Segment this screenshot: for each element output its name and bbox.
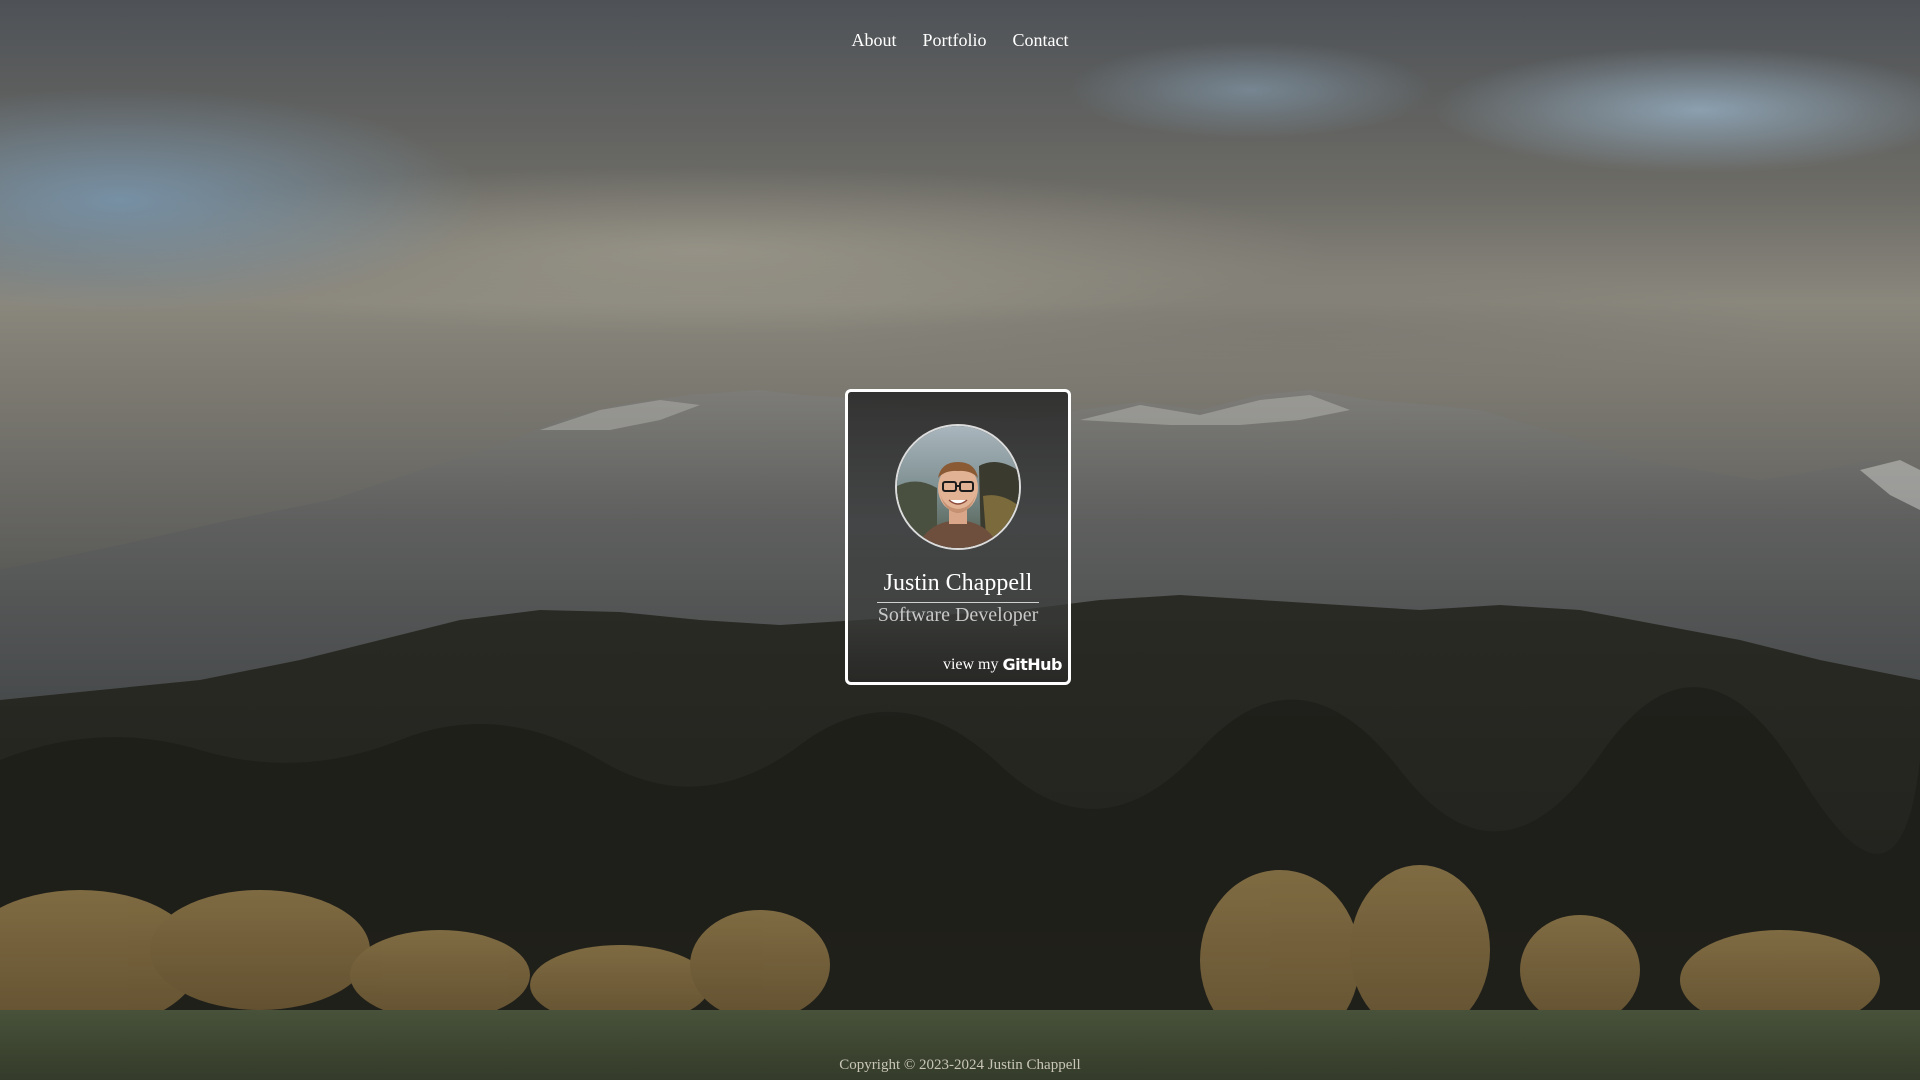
github-link[interactable]: view my GitHub: [942, 655, 1063, 674]
github-wordmark-icon: GitHub: [1002, 655, 1063, 674]
github-link-prefix: view my: [942, 655, 999, 673]
nav-link-portfolio[interactable]: Portfolio: [922, 30, 986, 51]
nav-link-about[interactable]: About: [851, 30, 896, 51]
avatar: [895, 424, 1021, 550]
page: About Portfolio Contact Justin Chappell …: [0, 0, 1920, 1080]
profile-role: Software Developer: [877, 604, 1039, 626]
nav-link-contact[interactable]: Contact: [1013, 30, 1069, 51]
footer-copyright: Copyright © 2023-2024 Justin Chappell: [839, 1057, 1081, 1073]
profile-card: Justin Chappell Software Developer view …: [845, 389, 1071, 685]
profile-photo-icon: [897, 426, 1019, 548]
profile-name: Justin Chappell: [883, 570, 1033, 596]
name-divider: [877, 602, 1039, 603]
top-nav: About Portfolio Contact: [0, 30, 1920, 51]
